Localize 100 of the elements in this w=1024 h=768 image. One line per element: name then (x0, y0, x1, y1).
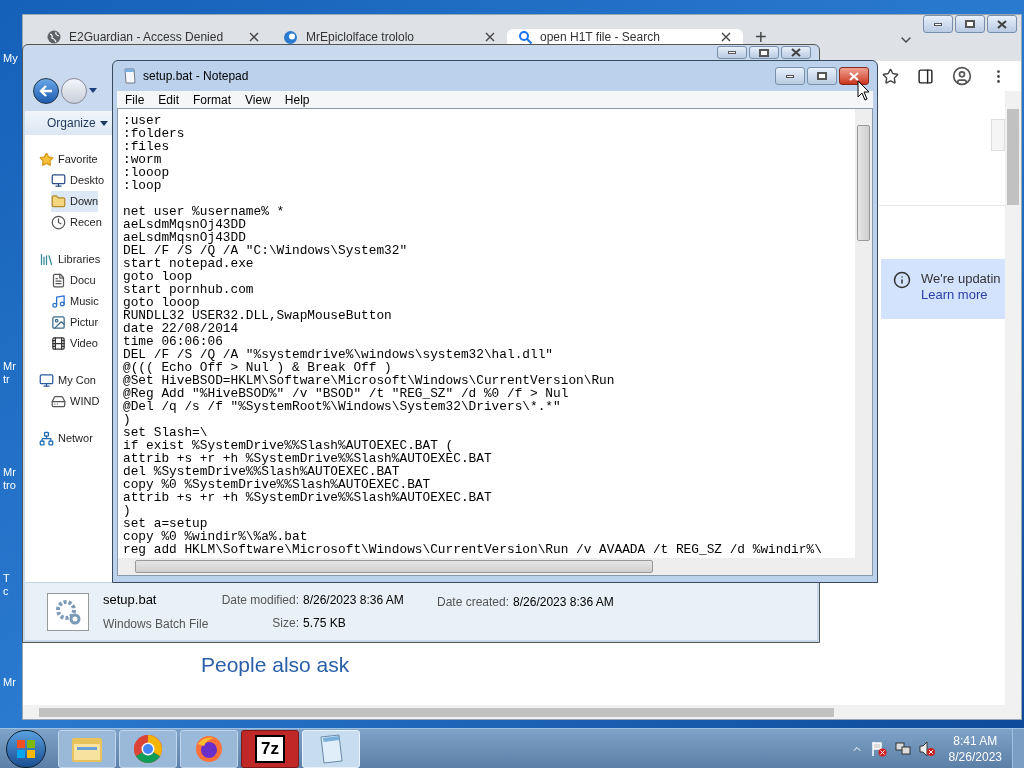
organize-button[interactable]: Organize (47, 114, 108, 132)
side-panel-icon[interactable] (917, 67, 934, 85)
globe-icon (47, 30, 61, 44)
taskbar-button[interactable] (119, 729, 177, 768)
tab-title: open H1T file - Search (540, 30, 661, 44)
card-edge (991, 119, 1005, 151)
site-icon (283, 29, 298, 45)
icon-label: My (2, 52, 18, 65)
close-button[interactable] (987, 15, 1017, 33)
navigation-item[interactable]: Recen (51, 212, 102, 233)
navigation-item[interactable]: Favorite (39, 149, 98, 170)
info-icon (893, 271, 911, 289)
icon-label: Mr (2, 466, 16, 479)
notepad-icon (123, 68, 137, 84)
navigation-item[interactable]: My Con (39, 370, 96, 391)
tab-title: MrEpiclolface trololo (306, 30, 416, 44)
navigation-item[interactable]: Networ (39, 428, 93, 449)
icon-label: c (2, 585, 9, 598)
menu-item[interactable]: File (125, 90, 145, 109)
music-icon (51, 294, 66, 309)
notepad-icon (317, 733, 345, 764)
profile-icon[interactable] (952, 66, 972, 86)
browser-tab[interactable]: E2Guardian - Access Denied (35, 29, 271, 45)
field-value: 8/26/2023 8:36 AM (303, 592, 405, 609)
menu-item[interactable]: View (245, 90, 271, 109)
firefox-icon (194, 733, 224, 764)
maximize-button[interactable] (955, 15, 985, 33)
document-icon (51, 273, 66, 288)
navigation-item[interactable]: Libraries (39, 249, 101, 270)
network-icon[interactable] (894, 740, 911, 757)
caret-icon (99, 120, 108, 126)
minimize-button[interactable] (775, 67, 805, 85)
icon-label: T (2, 572, 10, 585)
library-icon (39, 252, 54, 267)
chrome-icon (133, 733, 163, 764)
monitor-icon (51, 173, 66, 188)
navigation-item[interactable]: Docu (51, 270, 96, 291)
section-heading: People also ask (201, 652, 350, 678)
learn-more-link[interactable]: Learn more (921, 287, 1001, 303)
bookmark-icon[interactable] (882, 67, 899, 85)
field-label: Date created: (437, 594, 510, 611)
close-button[interactable] (781, 46, 811, 59)
icon-label: tr (2, 373, 10, 386)
icon-label: Mr (2, 676, 16, 689)
back-button[interactable] (33, 78, 59, 104)
close-icon[interactable] (721, 32, 731, 42)
clock-date: 8/26/2023 (948, 748, 1002, 765)
dropdown-icon[interactable] (89, 88, 97, 94)
clock-time: 8:41 AM (953, 732, 998, 749)
navigation-item[interactable]: Video (51, 333, 98, 354)
back-arrow-icon (39, 85, 53, 97)
browser-tab[interactable]: MrEpiclolface trololo (271, 29, 507, 45)
navigation-item[interactable]: Down (51, 191, 99, 212)
taskbar-button[interactable] (180, 729, 238, 768)
tab-title: E2Guardian - Access Denied (69, 30, 225, 44)
taskbar-button[interactable]: 7z (241, 729, 299, 768)
field-label: Size: (272, 615, 299, 632)
navigation-item[interactable]: Deskto (51, 170, 105, 191)
file-icon (47, 592, 89, 631)
file-type: Windows Batch File (103, 615, 210, 633)
menu-item[interactable]: Help (284, 90, 310, 109)
search-icon (519, 30, 532, 44)
film-icon (51, 336, 66, 351)
field-value: 5.75 KB (303, 615, 347, 632)
close-icon (849, 71, 859, 81)
close-icon[interactable] (485, 32, 495, 42)
browser-tab[interactable]: open H1T file - Search (507, 29, 743, 45)
drive-icon (51, 394, 66, 409)
file-name: setup.bat (103, 591, 158, 610)
field-value: 8/26/2023 8:36 AM (513, 594, 614, 611)
menu-item[interactable]: Edit (158, 90, 180, 109)
window-title: setup.bat - Notepad (143, 68, 250, 85)
minimize-button[interactable] (923, 15, 953, 33)
minimize-button[interactable] (717, 46, 747, 59)
navigation-item[interactable]: Music (51, 291, 99, 312)
network-icon (39, 431, 54, 446)
image-icon (51, 315, 66, 330)
start-button[interactable] (6, 729, 46, 768)
maximize-button[interactable] (749, 46, 779, 59)
computer-icon (39, 373, 54, 388)
archiver-icon: 7z (255, 734, 285, 763)
muted-speaker-icon[interactable] (918, 740, 935, 757)
close-button[interactable] (839, 67, 869, 85)
icon-label: tro (2, 479, 16, 492)
action-center-icon[interactable] (870, 740, 887, 757)
navigation-item[interactable]: WIND (51, 391, 100, 412)
field-label: Date modified: (221, 592, 299, 609)
clock-icon (51, 215, 66, 230)
navigation-item[interactable]: Pictur (51, 312, 99, 333)
star-icon (39, 152, 54, 167)
close-icon (997, 19, 1007, 29)
maximize-button[interactable] (807, 67, 837, 85)
close-icon (791, 48, 801, 57)
windows-logo (16, 738, 36, 759)
folder-icon (51, 194, 66, 209)
new-tab-button[interactable]: + (755, 29, 767, 45)
close-icon[interactable] (249, 32, 259, 42)
icon-label: Mr (2, 360, 16, 373)
menu-item[interactable]: Format (193, 90, 232, 109)
notice-text: We're updatin (921, 271, 1001, 287)
